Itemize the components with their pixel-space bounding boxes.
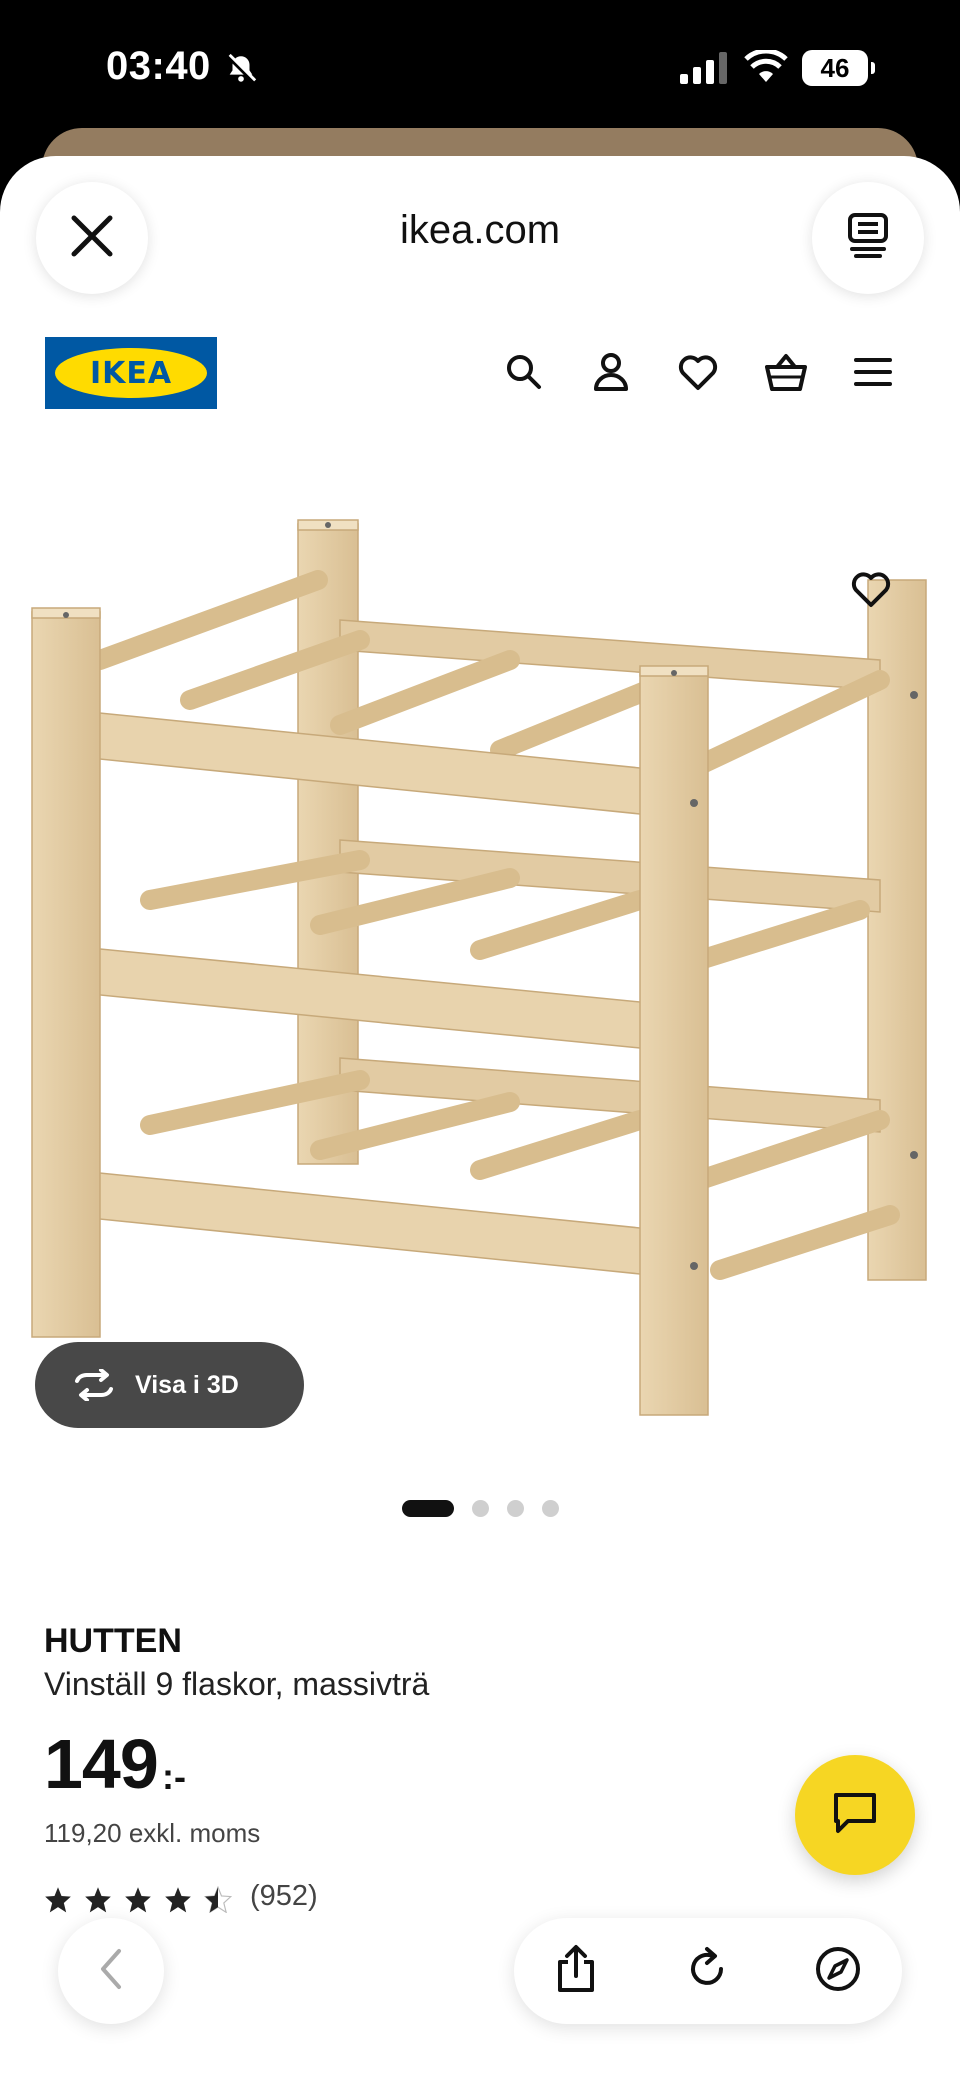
- compass-button[interactable]: [812, 1945, 864, 1997]
- ikea-logo-oval: IKEA: [55, 348, 207, 398]
- status-bar: 03:40 46: [0, 0, 960, 140]
- favorite-button[interactable]: [836, 556, 906, 626]
- heart-icon: [850, 569, 892, 614]
- view-in-3d-button[interactable]: Visa i 3D: [35, 1342, 304, 1428]
- search-icon[interactable]: [500, 348, 548, 396]
- back-chevron-icon: [97, 1947, 125, 1996]
- chat-button[interactable]: [795, 1755, 915, 1875]
- gallery-dot[interactable]: [472, 1499, 489, 1517]
- wifi-icon: [744, 48, 788, 89]
- review-count[interactable]: (952): [250, 1880, 318, 1913]
- ikea-logo-text: IKEA: [89, 355, 173, 391]
- product-brand: HUTTEN: [44, 1622, 182, 1660]
- rotate-3d-icon: [71, 1369, 117, 1401]
- star-icon: [45, 1887, 71, 1913]
- star-icon: [125, 1887, 151, 1913]
- gallery-dot[interactable]: [542, 1499, 559, 1517]
- star-icon: [85, 1887, 111, 1913]
- price-ex-vat: 119,20 exkl. moms: [44, 1818, 261, 1848]
- view-in-3d-label: Visa i 3D: [135, 1370, 239, 1399]
- star-icon: [165, 1887, 191, 1913]
- browser-header: ikea.com: [0, 156, 960, 316]
- tab-overview-button[interactable]: [812, 182, 924, 294]
- product-image[interactable]: [0, 480, 960, 1660]
- ikea-logo[interactable]: IKEA: [45, 337, 217, 409]
- chat-icon: [832, 1791, 878, 1840]
- half-star-icon: [204, 1886, 232, 1913]
- back-button[interactable]: [58, 1918, 164, 2024]
- battery-icon: 46: [802, 50, 875, 86]
- product-description: Vinställ 9 flaskor, massivträ: [44, 1666, 430, 1702]
- heart-icon[interactable]: [674, 348, 722, 396]
- cart-icon[interactable]: [762, 348, 810, 396]
- browser-toolbar: [514, 1918, 902, 2024]
- share-button[interactable]: [550, 1944, 602, 1999]
- gallery-pagination: [402, 1498, 577, 1518]
- status-time: 03:40: [106, 44, 211, 88]
- share-icon: [554, 1944, 598, 1999]
- tab-overview-icon: [846, 212, 890, 265]
- account-icon[interactable]: [587, 348, 635, 396]
- reload-icon: [685, 1946, 731, 1997]
- reload-button[interactable]: [682, 1945, 734, 1997]
- rating-stars[interactable]: [44, 1886, 244, 1913]
- bell-slash-icon: [224, 52, 258, 91]
- compass-icon: [814, 1945, 862, 1998]
- signal-icon: [680, 52, 728, 89]
- gallery-dot-active[interactable]: [402, 1499, 454, 1517]
- menu-icon[interactable]: [849, 348, 897, 396]
- price-suffix: :-: [162, 1756, 186, 1797]
- product-price: 149: [44, 1725, 159, 1803]
- gallery-dot[interactable]: [507, 1499, 524, 1517]
